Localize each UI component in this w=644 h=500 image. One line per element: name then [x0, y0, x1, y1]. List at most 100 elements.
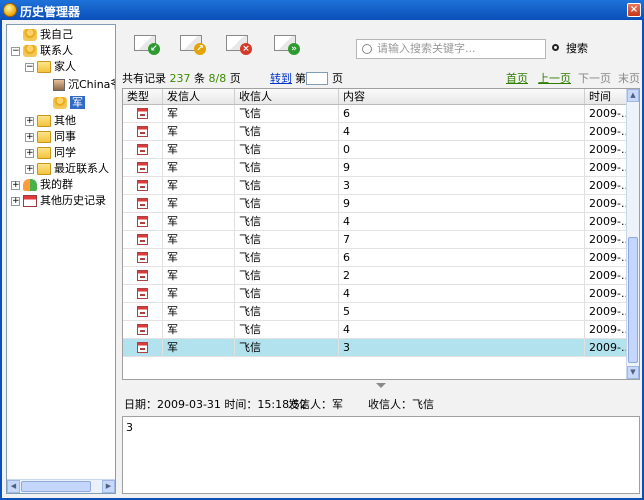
- avatar-icon: [53, 79, 65, 91]
- message-body[interactable]: 3: [122, 416, 640, 494]
- time-cell: 2009-...: [585, 321, 627, 338]
- content-cell: 4: [339, 285, 585, 302]
- table-vertical-scrollbar[interactable]: ▲ ▼: [626, 89, 639, 379]
- import-button[interactable]: ↙: [130, 28, 160, 58]
- column-header-recipient[interactable]: 收信人: [235, 89, 339, 104]
- forward-button[interactable]: »: [270, 28, 300, 58]
- search-button[interactable]: 搜索: [550, 39, 588, 59]
- scroll-right-icon[interactable]: ▶: [102, 480, 115, 493]
- table-row[interactable]: 军飞信42009-...: [123, 321, 627, 339]
- content-cell: 4: [339, 123, 585, 140]
- recipient-cell: 飞信: [235, 123, 339, 140]
- column-header-content[interactable]: 内容: [339, 89, 585, 104]
- content-cell: 3: [339, 177, 585, 194]
- recipient-cell: 飞信: [235, 177, 339, 194]
- page-prefix: 第: [295, 72, 306, 85]
- recipient-cell: 飞信: [235, 339, 339, 356]
- scroll-thumb[interactable]: [21, 481, 91, 492]
- column-header-type[interactable]: 类型: [123, 89, 163, 104]
- tree-item-recent[interactable]: + 最近联系人: [25, 161, 109, 177]
- scroll-left-icon[interactable]: ◀: [7, 480, 20, 493]
- mail-delete-icon: ×: [226, 35, 252, 55]
- table-row[interactable]: 军飞信32009-...: [123, 339, 627, 357]
- type-cell: [123, 105, 163, 122]
- recipient-cell: 飞信: [235, 105, 339, 122]
- record-summary: 共有记录 237 条 8/8 页: [122, 72, 241, 85]
- collapse-icon[interactable]: −: [11, 46, 20, 56]
- collapse-icon[interactable]: −: [25, 62, 34, 72]
- recipient-cell: 飞信: [235, 249, 339, 266]
- panel-splitter[interactable]: [122, 382, 640, 390]
- column-header-sender[interactable]: 发信人: [163, 89, 235, 104]
- table-row[interactable]: 军飞信42009-...: [123, 285, 627, 303]
- prev-page-link[interactable]: 上一页: [538, 72, 571, 86]
- expand-icon[interactable]: +: [25, 132, 34, 142]
- tree-item-other-history[interactable]: + 其他历史记录: [11, 193, 106, 209]
- time-cell: 2009-...: [585, 141, 627, 158]
- type-cell: [123, 303, 163, 320]
- table-row[interactable]: 军飞信72009-...: [123, 231, 627, 249]
- scroll-thumb[interactable]: [628, 237, 638, 363]
- content-cell: 3: [339, 339, 585, 356]
- message-type-icon: [137, 270, 148, 281]
- tree-item-contacts[interactable]: − 联系人: [11, 43, 73, 59]
- expand-icon[interactable]: +: [11, 180, 20, 190]
- table-row[interactable]: 军飞信62009-...: [123, 249, 627, 267]
- scroll-down-icon[interactable]: ▼: [627, 366, 639, 379]
- content-cell: 6: [339, 105, 585, 122]
- folder-icon: [37, 61, 51, 73]
- expand-icon[interactable]: +: [25, 164, 34, 174]
- table-row[interactable]: 军飞信42009-...: [123, 123, 627, 141]
- scroll-up-icon[interactable]: ▲: [627, 89, 639, 102]
- table-row[interactable]: 军飞信42009-...: [123, 213, 627, 231]
- type-cell: [123, 249, 163, 266]
- expand-icon[interactable]: +: [25, 116, 34, 126]
- table-row[interactable]: 军飞信62009-...: [123, 105, 627, 123]
- tree-item-label: 军: [70, 96, 85, 109]
- tree-item-china[interactable]: 沉China爷: [53, 77, 115, 93]
- tree-item-family[interactable]: − 家人: [25, 59, 76, 75]
- time-cell: 2009-...: [585, 159, 627, 176]
- splitter-arrow-icon[interactable]: [376, 383, 386, 388]
- table-row[interactable]: 军飞信92009-...: [123, 195, 627, 213]
- table-row[interactable]: 军飞信02009-...: [123, 141, 627, 159]
- tree-item-colleagues[interactable]: + 同事: [25, 129, 76, 145]
- search-input[interactable]: 请输入搜索关键字...: [356, 39, 546, 59]
- export-button[interactable]: ↗: [176, 28, 206, 58]
- person-icon: [53, 97, 67, 109]
- delete-button[interactable]: ×: [222, 28, 252, 58]
- sender-cell: 军: [163, 303, 235, 320]
- table-row[interactable]: 军飞信92009-...: [123, 159, 627, 177]
- type-cell: [123, 285, 163, 302]
- tree-item-groups[interactable]: + 我的群: [11, 177, 73, 193]
- table-row[interactable]: 军飞信52009-...: [123, 303, 627, 321]
- next-page-link[interactable]: 下一页: [578, 72, 611, 86]
- calendar-icon: [23, 195, 37, 207]
- table-row[interactable]: 军飞信22009-...: [123, 267, 627, 285]
- type-cell: [123, 177, 163, 194]
- detail-recipient: 收信人：飞信: [368, 398, 434, 411]
- column-header-time[interactable]: 时间: [585, 89, 627, 104]
- expand-icon[interactable]: +: [11, 196, 20, 206]
- first-page-link[interactable]: 首页: [506, 72, 528, 86]
- expand-icon[interactable]: +: [25, 148, 34, 158]
- tree-item-classmates[interactable]: + 同学: [25, 145, 76, 161]
- group-icon: [23, 179, 37, 191]
- goto-link[interactable]: 转到: [270, 72, 292, 86]
- folder-icon: [37, 147, 51, 159]
- close-button[interactable]: ×: [627, 3, 641, 17]
- message-type-icon: [137, 342, 148, 353]
- type-cell: [123, 123, 163, 140]
- sender-cell: 军: [163, 285, 235, 302]
- time-cell: 2009-...: [585, 249, 627, 266]
- last-page-link[interactable]: 末页: [618, 72, 640, 86]
- table-row[interactable]: 军飞信32009-...: [123, 177, 627, 195]
- recipient-cell: 飞信: [235, 213, 339, 230]
- page-suffix: 页: [332, 72, 343, 85]
- sender-cell: 军: [163, 195, 235, 212]
- tree-item-jun[interactable]: 军: [53, 95, 85, 111]
- tree-item-self[interactable]: 我自己: [11, 27, 73, 43]
- page-number-input[interactable]: [306, 72, 328, 85]
- tree-item-others[interactable]: + 其他: [25, 113, 76, 129]
- tree-horizontal-scrollbar[interactable]: ◀ ▶: [7, 479, 115, 493]
